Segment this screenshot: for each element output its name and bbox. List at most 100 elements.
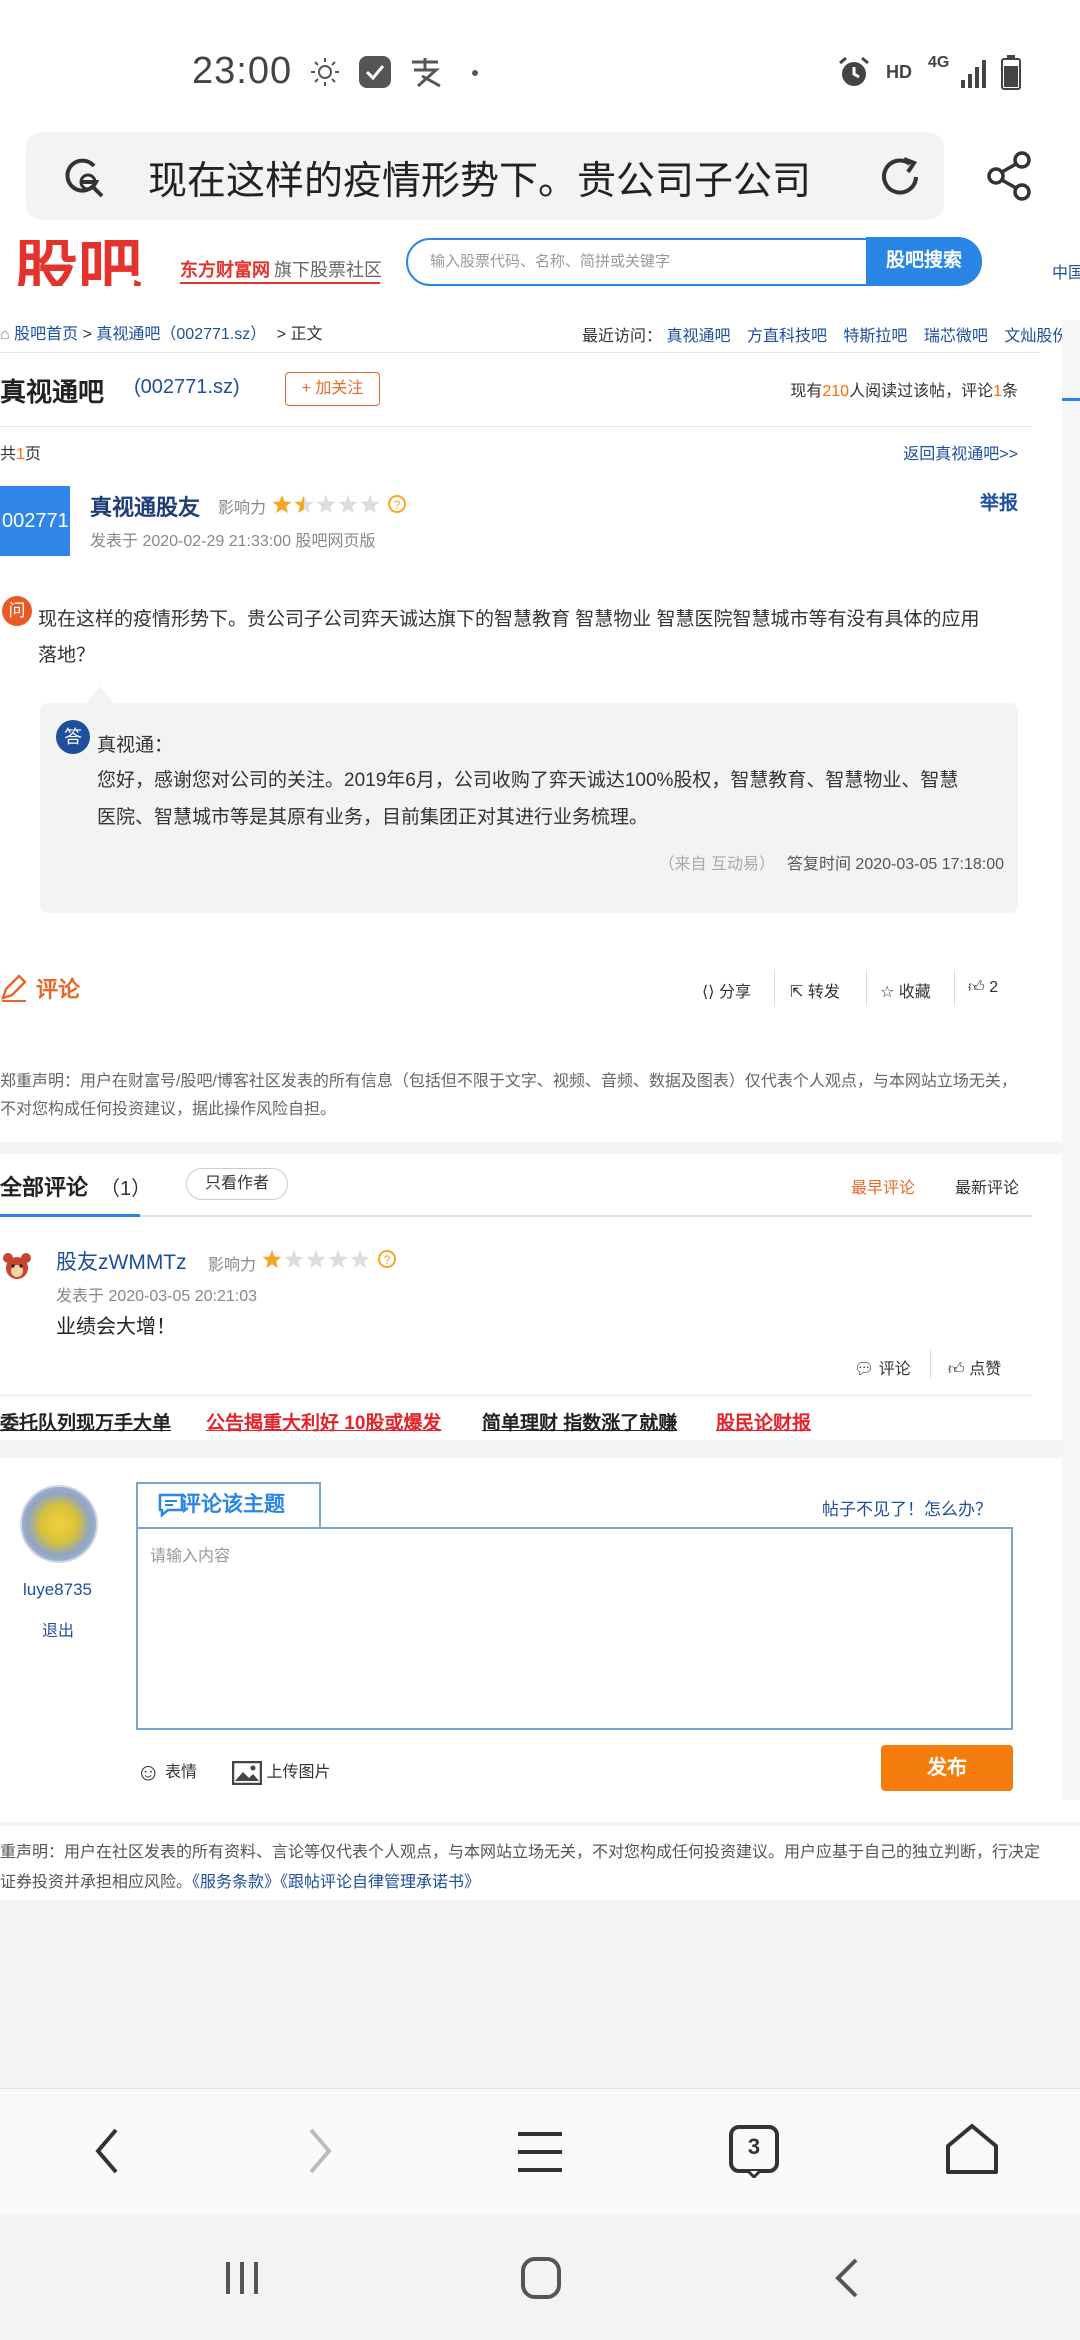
network-label: 4G xyxy=(928,54,950,71)
section-separator xyxy=(0,1440,1080,1458)
author-name[interactable]: 真视通股友 xyxy=(90,490,200,522)
upload-label: 上传图片 xyxy=(266,1764,331,1781)
divider xyxy=(774,970,775,1006)
only-author-button[interactable]: 只看作者 xyxy=(186,1168,288,1200)
share-action[interactable]: ⟨⟩ 分享 xyxy=(702,978,751,1002)
username[interactable]: luye8735 xyxy=(23,1580,92,1600)
breadcrumb-bar[interactable]: 真视通吧（002771.sz） xyxy=(96,326,266,343)
promo-link[interactable]: 股民论财报 xyxy=(716,1408,811,1435)
author-avatar[interactable]: 002771 xyxy=(0,486,70,556)
comment-reply-button[interactable]: 💬︎ 评论 xyxy=(854,1355,911,1379)
comment-button[interactable]: 评论 xyxy=(36,972,80,1004)
back-to-bar-link[interactable]: 返回真视通吧>> xyxy=(903,440,1018,464)
alarm-icon xyxy=(836,54,872,90)
read-suffix: 人阅读过该帖，评论 xyxy=(849,383,994,400)
google-search-icon xyxy=(58,152,108,202)
sort-earliest-tab[interactable]: 最早评论 xyxy=(851,1174,915,1198)
favorite-label: 收藏 xyxy=(898,984,931,1001)
back-icon[interactable] xyxy=(92,2126,122,2176)
read-number: 210 xyxy=(822,383,850,400)
battery-icon xyxy=(1001,54,1021,90)
promo-link[interactable]: 委托队列现万手大单 xyxy=(0,1408,171,1435)
dot-icon xyxy=(472,70,478,76)
promo-link[interactable]: 公告揭重大利好 10股或爆发 xyxy=(206,1408,441,1435)
answer-company: 真视通： xyxy=(97,735,174,756)
comment-text: 业绩会大增！ xyxy=(56,1316,176,1338)
comment-textarea-placeholder[interactable]: 请输入内容 xyxy=(150,1542,230,1566)
question-text: 现在这样的疫情形势下。贵公司子公司弈天诚达旗下的智慧教育 智慧物业 智慧医院智慧… xyxy=(38,609,980,666)
answer-icon: 答 xyxy=(56,720,90,754)
footer-disclaimer-text: 重声明：用户在社区发表的所有资料、言论等仅代表个人观点，与本网站立场无关，不对您… xyxy=(0,1844,1041,1891)
comment-like-button[interactable]: 👍︎ 点赞 xyxy=(948,1355,1001,1379)
post-missing-link[interactable]: 帖子不见了！怎么办？ xyxy=(822,1495,992,1520)
answer-footer: （来自 互动易） 答复时间 2020-03-05 17:18:00 xyxy=(659,850,1004,874)
logo-underline xyxy=(180,282,380,284)
forward-icon[interactable] xyxy=(305,2126,335,2176)
influence-rating: 影响力 xyxy=(218,494,266,518)
reload-icon[interactable] xyxy=(876,153,924,201)
upload-image-button[interactable]: 上传图片 xyxy=(232,1758,330,1785)
home-icon: ⌂ xyxy=(0,326,10,343)
sort-newest-tab[interactable]: 最新评论 xyxy=(955,1174,1019,1198)
divider xyxy=(0,1395,1032,1396)
search-button[interactable]: 股吧搜索 xyxy=(866,237,982,285)
divider xyxy=(930,1350,931,1378)
comment-author[interactable]: 股友zWMMTz xyxy=(56,1246,187,1276)
header-right-text[interactable]: 中国 xyxy=(1052,259,1080,283)
bar-title[interactable]: 真视通吧 xyxy=(0,372,104,409)
report-link[interactable]: 举报 xyxy=(980,488,1018,515)
active-tab-underline xyxy=(0,1214,140,1217)
comment-number: 1 xyxy=(993,383,1002,400)
emoji-button[interactable]: ☺ 表情 xyxy=(136,1758,197,1787)
right-sidebar-edge xyxy=(1062,320,1080,1800)
follow-button[interactable]: + 加关注 xyxy=(285,372,380,406)
answer-time: 答复时间 2020-03-05 17:18:00 xyxy=(786,856,1004,873)
emoji-icon: ☺ xyxy=(136,1758,161,1786)
promo-link[interactable]: 简单理财 指数涨了就赚 xyxy=(482,1408,677,1435)
logout-link[interactable]: 退出 xyxy=(42,1617,74,1641)
status-time: 23:00 xyxy=(192,50,293,92)
comment-time: 发表于 2020-03-05 20:21:03 xyxy=(56,1288,258,1305)
share-small-icon: ⟨⟩ xyxy=(702,984,715,1001)
user-avatar[interactable] xyxy=(20,1485,98,1563)
commenter-avatar[interactable] xyxy=(0,1250,34,1284)
publish-time: 发表于 2020-02-29 21:33:00 股吧网页版 xyxy=(90,533,376,550)
comment-textarea[interactable] xyxy=(136,1527,1013,1730)
forward-action[interactable]: ⇱ 转发 xyxy=(790,978,840,1002)
share-label: 分享 xyxy=(718,984,751,1001)
url-text[interactable]: 现在这样的疫情形势下。贵公司子公司 xyxy=(148,150,848,206)
share-icon[interactable] xyxy=(984,150,1036,202)
home-icon[interactable] xyxy=(944,2122,1000,2178)
svg-text:?: ? xyxy=(394,498,401,512)
recent-item[interactable]: 瑞芯微吧 xyxy=(924,328,988,345)
comment-bubble-icon: 💬︎ xyxy=(854,1361,875,1378)
forward-icon: ⇱ xyxy=(790,984,804,1001)
stock-code[interactable]: (002771.sz) xyxy=(134,376,240,399)
recent-visits: 最近访问： 真视通吧 方直科技吧 特斯拉吧 瑞芯微吧 文灿股份吧 xyxy=(582,322,1080,346)
answer-text: 您好，感谢您对公司的关注。2019年6月，公司收购了弈天诚达100%股权，智慧教… xyxy=(97,770,959,828)
site-logo[interactable]: 股吧 东方财富网 旗下股票社区 xyxy=(0,240,400,286)
favorite-action[interactable]: ☆ 收藏 xyxy=(880,978,931,1002)
terms-link[interactable]: 《服务条款》 xyxy=(192,1874,280,1891)
comment-suffix: 条 xyxy=(1001,383,1018,400)
svg-text:?: ? xyxy=(384,1253,391,1267)
pages-suffix: 页 xyxy=(24,446,41,463)
recent-item[interactable]: 特斯拉吧 xyxy=(843,328,907,345)
like-action[interactable]: 👍︎ 2 xyxy=(968,978,998,997)
breadcrumb-home[interactable]: 股吧首页 xyxy=(14,326,78,343)
breadcrumb: ⌂ 股吧首页 > 真视通吧（002771.sz） > 正文 xyxy=(0,320,322,344)
recent-item[interactable]: 真视通吧 xyxy=(666,328,730,345)
tabs-button[interactable]: 3 xyxy=(728,2124,780,2178)
recent-apps-icon[interactable] xyxy=(222,2258,262,2298)
publish-button[interactable]: 发布 xyxy=(881,1745,1013,1791)
system-back-icon[interactable] xyxy=(832,2256,862,2300)
recent-item[interactable]: 方直科技吧 xyxy=(747,328,827,345)
menu-icon[interactable] xyxy=(516,2130,564,2174)
all-comments-count: （1） xyxy=(100,1178,152,1200)
system-home-icon[interactable] xyxy=(520,2256,562,2300)
signal-icon xyxy=(960,56,990,90)
section-separator xyxy=(0,1822,1080,1826)
search-input[interactable]: 输入股票代码、名称、简拼或关键字 xyxy=(430,250,670,271)
recent-label: 最近访问： xyxy=(582,328,663,345)
pledge-link[interactable]: 《跟帖评论自律管理承诺书》 xyxy=(280,1874,480,1891)
